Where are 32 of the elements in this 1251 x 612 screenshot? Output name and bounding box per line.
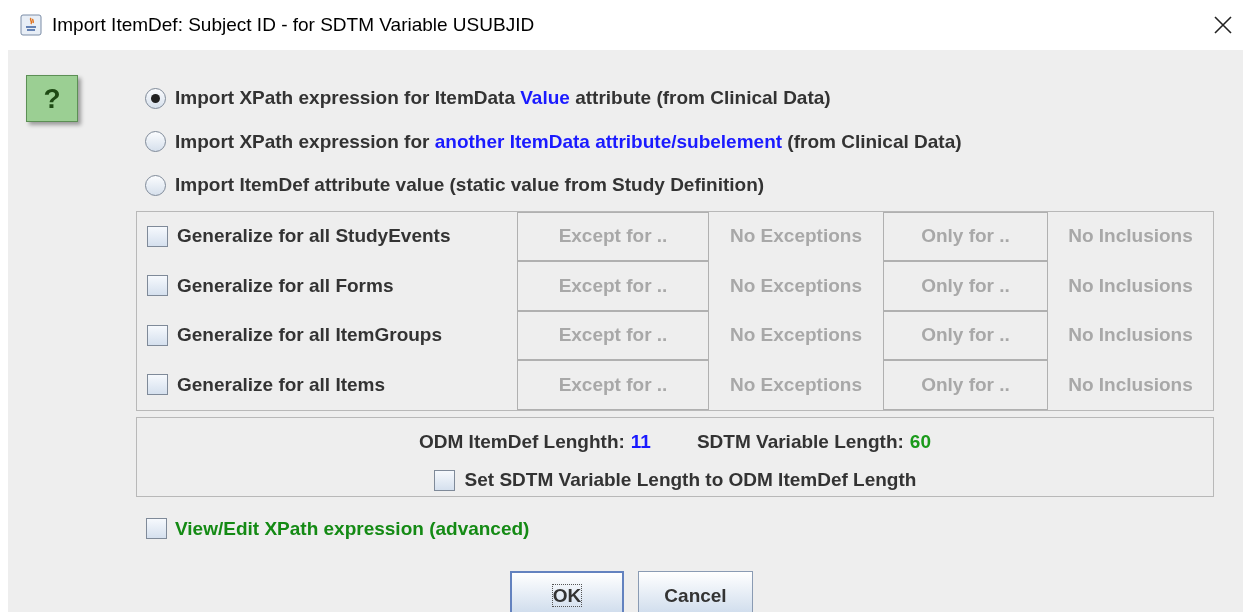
exceptions-status: No Exceptions [729, 372, 863, 397]
inclusions-status: No Inclusions [1067, 323, 1194, 347]
checkbox-label: Generalize for all StudyEvents [177, 224, 451, 248]
checkbox-label: Generalize for all Forms [177, 273, 394, 298]
radio-button[interactable] [145, 131, 166, 153]
radio-label: Import ItemDef attribute value (static value from Study Definition) [175, 173, 765, 197]
inclusions-status: No Inclusions [1067, 372, 1194, 397]
inclusions-status: No Inclusions [1067, 273, 1194, 298]
window-title: Import ItemDef: Subject ID - for SDTM Variable USUBJID [52, 12, 535, 37]
ok-button[interactable]: OK [510, 571, 624, 612]
help-button[interactable]: ? [26, 75, 78, 122]
odm-length-value: 11 [630, 429, 651, 454]
exceptions-status: No Exceptions [729, 323, 863, 347]
checkbox-label: View/Edit XPath expression (advanced) [175, 516, 530, 541]
checkbox[interactable] [146, 518, 167, 540]
checkbox-label: Generalize for all ItemGroups [177, 323, 443, 347]
sdtm-length-value: 60 [909, 429, 931, 454]
odm-length-label: ODM ItemDef Lenghth: [419, 429, 625, 454]
exceptions-status: No Exceptions [729, 224, 863, 248]
java-app-icon [20, 14, 42, 36]
checkbox-label: Set SDTM Variable Length to ODM ItemDef Length [464, 468, 917, 492]
sdtm-length-label: SDTM Variable Length: [696, 429, 904, 454]
exceptions-status: No Exceptions [729, 273, 863, 298]
radio-button[interactable] [145, 174, 166, 196]
inclusions-status: No Inclusions [1067, 224, 1194, 248]
checkbox[interactable] [433, 469, 455, 491]
radio-label: Import XPath expression for another ItemData attribute/subelement (from Clinical Data) [175, 129, 962, 154]
radio-label: Import XPath expression for ItemData Value attribute (from Clinical Data) [175, 86, 831, 110]
close-icon[interactable] [1213, 15, 1233, 35]
cancel-button[interactable]: Cancel [638, 571, 753, 612]
radio-button[interactable] [145, 87, 166, 109]
checkbox-label: Generalize for all Items [177, 372, 386, 397]
